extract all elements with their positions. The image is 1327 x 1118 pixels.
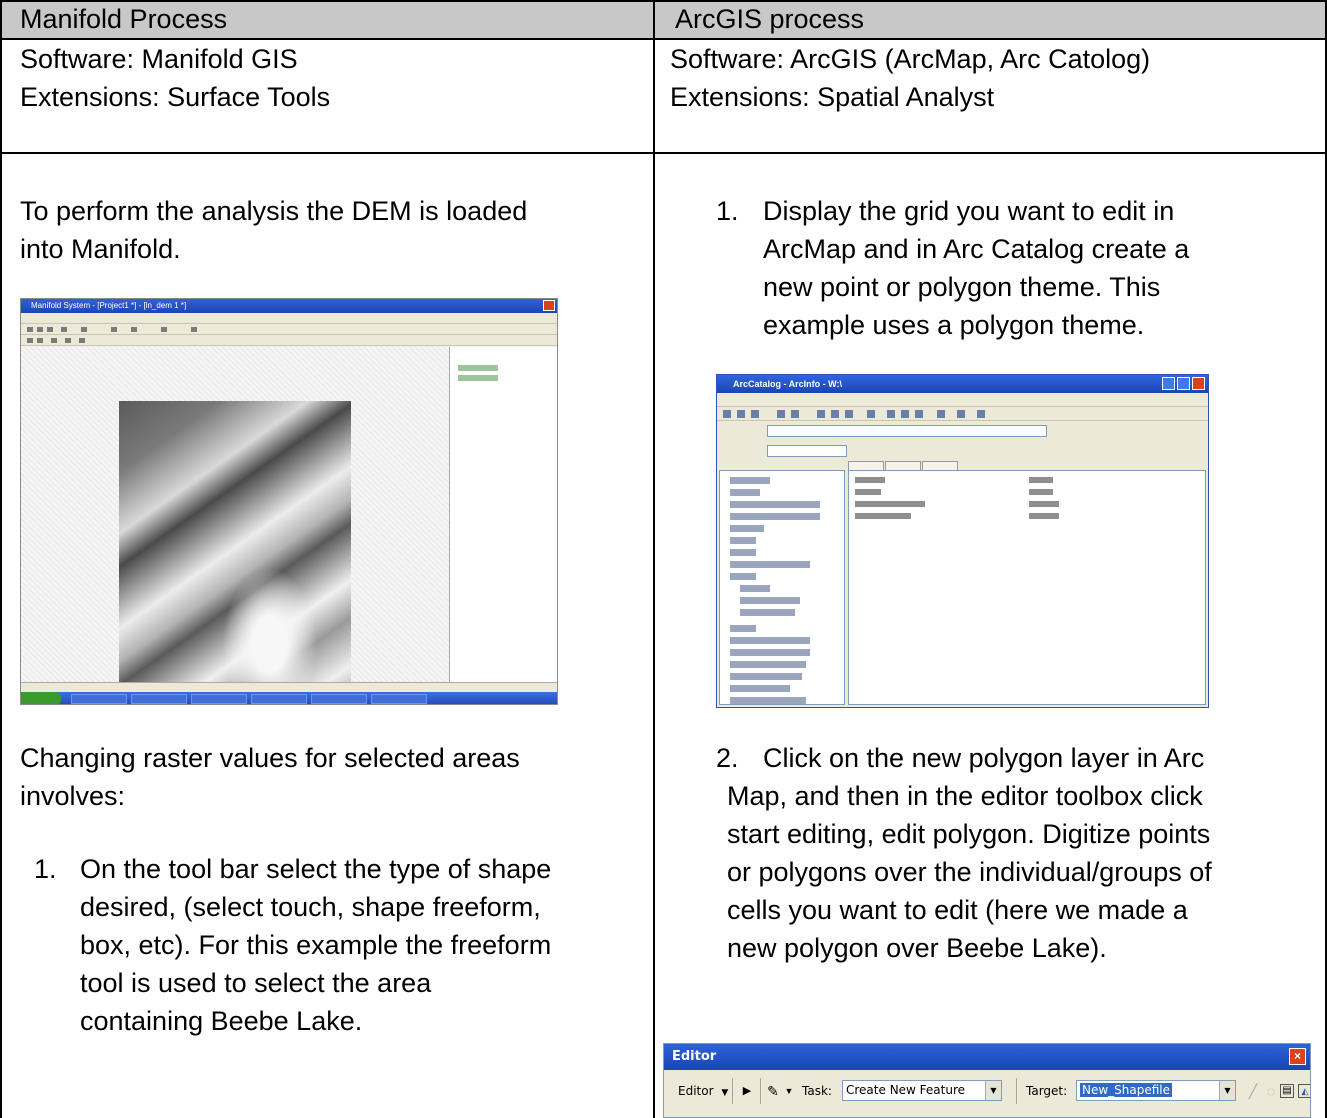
editor-title: Editor — [672, 1049, 717, 1064]
target-select[interactable]: New_Shapefile ▼ — [1076, 1080, 1236, 1101]
left-intro-line1: To perform the analysis the DEM is loade… — [20, 196, 528, 226]
target-label: Target: — [1026, 1084, 1068, 1098]
arccatalog-location-field — [767, 425, 1047, 437]
chevron-down-icon: ▼ — [721, 1088, 729, 1098]
arccatalog-tabs — [848, 459, 959, 472]
edit-tool-arrow-icon[interactable]: ▶ — [738, 1082, 756, 1100]
editor-titlebar: Editor × — [664, 1044, 1310, 1070]
right-step1-number: 1. — [716, 196, 739, 226]
table-border-software — [0, 152, 1327, 154]
manifold-toolbar-1 — [21, 324, 557, 335]
right-step1-line3: new point or polygon theme. This — [763, 272, 1161, 302]
arccatalog-screenshot: ArcCatalog - ArcInfo - W:\ — [716, 374, 1209, 708]
close-icon — [543, 300, 555, 311]
right-step2-line1: Click on the new polygon layer in Arc — [763, 743, 1205, 773]
left-step1-line2: desired, (select touch, shape freeform, — [80, 892, 541, 922]
left-intro-line2: into Manifold. — [20, 234, 181, 264]
table-border-left — [0, 0, 2, 1118]
task-label: Task: — [802, 1084, 832, 1098]
dem-raster-image — [119, 401, 351, 704]
left-step1-number: 1. — [34, 854, 57, 884]
windows-taskbar — [21, 692, 557, 704]
right-step1-line1: Display the grid you want to edit in — [763, 196, 1175, 226]
right-extensions: Extensions: Spatial Analyst — [670, 82, 995, 112]
start-button — [21, 692, 61, 704]
left-step1-line4: tool is used to select the area — [80, 968, 432, 998]
manifold-toolbar-2 — [21, 335, 557, 346]
arccatalog-toolbar — [717, 407, 1208, 421]
header-manifold: Manifold Process — [0, 0, 653, 38]
right-step2-line3: start editing, edit polygon. Digitize po… — [727, 819, 1211, 849]
manifold-titlebar: Manifold System - [Project1 *] - [ln_dem… — [21, 299, 557, 313]
maximize-icon — [1177, 377, 1190, 390]
left-step1-line5: containing Beebe Lake. — [80, 1006, 363, 1036]
arccatalog-stylesheet-field — [767, 445, 847, 457]
close-icon[interactable]: × — [1289, 1048, 1306, 1065]
minimize-icon — [1162, 377, 1175, 390]
toolbar-separator — [760, 1078, 761, 1104]
sketch-properties-icon[interactable]: ◭ — [1298, 1084, 1310, 1098]
editor-toolbar: Editor × Editor ▼ ▶ ✎ ▼ Task: Create New… — [663, 1043, 1311, 1118]
task-select-value: Create New Feature — [846, 1083, 966, 1097]
comparison-table: Manifold Process ArcGIS process Software… — [0, 0, 1327, 1118]
right-software: Software: ArcGIS (ArcMap, Arc Catolog) — [670, 44, 1151, 74]
right-step2-line2: Map, and then in the editor toolbox clic… — [727, 781, 1203, 811]
attributes-icon[interactable]: ▤ — [1280, 1084, 1294, 1098]
right-step2-line5: cells you want to edit (here we made a — [727, 895, 1188, 925]
table-border-middle — [653, 0, 655, 1118]
table-border-top — [0, 0, 1327, 2]
manifold-project-pane — [449, 347, 557, 682]
target-select-value: New_Shapefile — [1080, 1083, 1173, 1097]
editor-menu-button[interactable]: Editor ▼ — [678, 1084, 728, 1098]
right-step2-line6: new polygon over Beebe Lake). — [727, 933, 1107, 963]
left-extensions: Extensions: Surface Tools — [20, 82, 331, 112]
close-icon — [1192, 377, 1205, 390]
arccatalog-titlebar: ArcCatalog - ArcInfo - W:\ — [717, 375, 1208, 393]
left-change-line2: involves: — [20, 781, 126, 811]
task-select[interactable]: Create New Feature ▼ — [842, 1080, 1002, 1101]
editor-toolbar-row: Editor ▼ ▶ ✎ ▼ Task: Create New Feature … — [664, 1070, 1310, 1117]
toolbar-separator — [732, 1078, 733, 1104]
left-change-line1: Changing raster values for selected area… — [20, 743, 520, 773]
manifold-titlebar-text: Manifold System - [Project1 *] - [ln_dem… — [31, 301, 187, 310]
chevron-down-icon: ▼ — [985, 1081, 1001, 1100]
arccatalog-titlebar-text: ArcCatalog - ArcInfo - W:\ — [733, 379, 843, 389]
left-software: Software: Manifold GIS — [20, 44, 298, 74]
manifold-menubar — [21, 313, 557, 324]
right-step2-line4: or polygons over the individual/groups o… — [727, 857, 1212, 887]
chevron-down-icon: ▼ — [1219, 1081, 1235, 1100]
arccatalog-menubar — [717, 393, 1208, 407]
toolbar-separator — [1016, 1078, 1017, 1104]
manifold-map-canvas — [21, 347, 449, 704]
right-step1-line2: ArcMap and in Arc Catalog create a — [763, 234, 1190, 264]
manifold-screenshot: Manifold System - [Project1 *] - [ln_dem… — [20, 298, 558, 705]
chevron-down-icon[interactable]: ▼ — [780, 1082, 798, 1100]
left-step1-line3: box, etc). For this example the freeform — [80, 930, 552, 960]
arccatalog-tree — [719, 470, 845, 705]
split-tool-icon[interactable]: ╱ — [1244, 1082, 1262, 1100]
manifold-statusbar — [21, 682, 557, 692]
left-step1-line1: On the tool bar select the type of shape — [80, 854, 552, 884]
header-arcgis: ArcGIS process — [655, 0, 1327, 38]
right-step1-line4: example uses a polygon theme. — [763, 310, 1145, 340]
editor-menu-label: Editor — [678, 1084, 714, 1098]
rotate-tool-icon[interactable]: ◌ — [1262, 1082, 1280, 1100]
arccatalog-contents-list — [848, 470, 1206, 705]
